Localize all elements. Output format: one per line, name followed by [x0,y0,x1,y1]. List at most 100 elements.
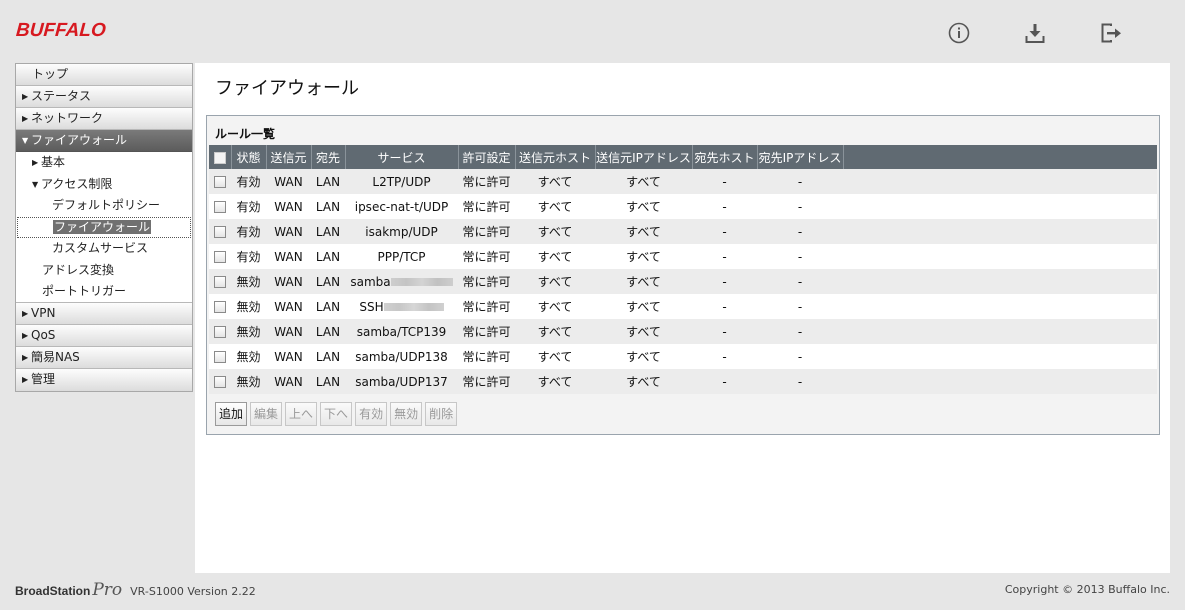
destination-ip-cell: - [757,194,843,219]
allow-cell: 常に許可 [458,269,515,294]
enable-button[interactable]: 有効 [355,402,388,426]
footer-product: BroadStation Pro VR-S1000 Version 2.22 [15,580,256,600]
sidebar-item-vpn[interactable]: ▶ VPN [16,302,192,325]
service-cell: SSH [345,294,458,319]
triangle-right-icon: ▶ [22,374,29,384]
add-button[interactable]: 追加 [215,402,248,426]
sidebar-item-top[interactable]: トップ [16,64,192,86]
sidebar-item-label: ファイアウォール [31,133,128,147]
table-row[interactable]: 有効 WAN LAN PPP/TCP 常に許可 すべて すべて - - [209,244,1157,269]
sidebar-item-label: アドレス変換 [42,262,115,277]
destination-ip-cell: - [757,294,843,319]
download-icon[interactable] [1022,20,1048,46]
sidebar-item-custom-service[interactable]: カスタムサービス [16,238,192,260]
move-up-button[interactable]: 上へ [285,402,318,426]
sidebar-item-port-trigger[interactable]: ポートトリガー [16,281,192,303]
destination-host-cell: - [692,219,757,244]
logout-icon[interactable] [1098,20,1124,46]
row-checkbox[interactable] [214,276,226,288]
column-header[interactable]: 許可設定 [458,145,516,169]
destination-cell: LAN [311,194,345,219]
allow-cell: 常に許可 [458,169,515,194]
row-checkbox[interactable] [214,351,226,363]
sidebar-item-firewall[interactable]: ▼ ファイアウォール [16,130,192,152]
status-cell: 無効 [231,344,266,369]
sidebar-item-basic[interactable]: ▶ 基本 [16,152,192,174]
column-header[interactable]: サービス [345,145,459,169]
column-header[interactable]: 送信元IPアドレス [595,145,693,169]
sidebar-item-label: QoS [31,327,56,342]
sidebar-nav: トップ ▶ ステータス ▶ ネットワーク ▼ ファイアウォール ▶ 基本 ▼ アクセス制限… [15,63,193,392]
table-row[interactable]: 無効 WAN LAN samba 常に許可 すべて すべて - - [209,269,1157,294]
delete-button[interactable]: 削除 [425,402,458,426]
triangle-right-icon: ▶ [22,352,29,362]
column-header[interactable]: 宛先 [311,145,346,169]
status-cell: 有効 [231,194,266,219]
redacted-text [390,278,453,286]
sidebar-item-qos[interactable]: ▶ QoS [16,324,192,347]
source-ip-cell: すべて [595,219,692,244]
row-checkbox[interactable] [214,376,226,388]
source-cell: WAN [266,219,311,244]
table-header-row: 状態 送信元 宛先 サービス 許可設定 送信元ホスト 送信元IPアドレス 宛先ホ… [209,145,1157,169]
source-cell: WAN [266,244,311,269]
sidebar-item-address-translation[interactable]: アドレス変換 [16,260,192,282]
sidebar-item-status[interactable]: ▶ ステータス [16,86,192,108]
info-icon[interactable] [946,20,972,46]
destination-ip-cell: - [757,344,843,369]
main-panel: ファイアウォール ルール一覧 状態 送信元 宛先 サービス 許可設定 送信元ホス… [195,63,1170,573]
table-row[interactable]: 無効 WAN LAN samba/UDP138 常に許可 すべて すべて - - [209,344,1157,369]
table-row[interactable]: 有効 WAN LAN ipsec-nat-t/UDP 常に許可 すべて すべて … [209,194,1157,219]
row-checkbox[interactable] [214,326,226,338]
source-cell: WAN [266,169,311,194]
row-checkbox[interactable] [214,176,226,188]
table-row[interactable]: 無効 WAN LAN samba/UDP137 常に許可 すべて すべて - - [209,369,1157,394]
disable-button[interactable]: 無効 [390,402,423,426]
row-checkbox[interactable] [214,226,226,238]
destination-host-cell: - [692,344,757,369]
page-title: ファイアウォール [215,78,359,99]
destination-cell: LAN [311,169,345,194]
sidebar-item-label: VPN [31,305,56,320]
sidebar-item-access-control[interactable]: ▼ アクセス制限 [16,174,192,196]
table-row[interactable]: 有効 WAN LAN L2TP/UDP 常に許可 すべて すべて - - [209,169,1157,194]
column-header[interactable]: 宛先ホスト [692,145,758,169]
column-header[interactable]: 送信元ホスト [515,145,596,169]
destination-cell: LAN [311,319,345,344]
allow-cell: 常に許可 [458,244,515,269]
sidebar-item-label: ネットワーク [31,111,104,125]
destination-ip-cell: - [757,369,843,394]
row-checkbox[interactable] [214,201,226,213]
service-cell: samba/UDP138 [345,344,458,369]
table-row[interactable]: 無効 WAN LAN samba/TCP139 常に許可 すべて すべて - - [209,319,1157,344]
select-all-checkbox[interactable] [213,151,226,164]
sidebar-item-firewall-rules[interactable]: ファイアウォール [17,216,191,238]
sidebar-item-label: トップ [32,67,69,81]
sidebar-item-admin[interactable]: ▶ 管理 [16,368,192,391]
table-row[interactable]: 無効 WAN LAN SSH 常に許可 すべて すべて - - [209,294,1157,319]
rule-action-toolbar: 追加 編集 上へ 下へ 有効 無効 削除 [215,402,458,426]
sidebar-item-default-policy[interactable]: デフォルトポリシー [16,195,192,217]
column-header[interactable]: 宛先IPアドレス [757,145,844,169]
triangle-right-icon: ▶ [32,158,39,167]
source-cell: WAN [266,194,311,219]
edit-button[interactable]: 編集 [250,402,283,426]
triangle-right-icon: ▶ [22,330,29,340]
row-checkbox[interactable] [214,251,226,263]
move-down-button[interactable]: 下へ [320,402,353,426]
service-cell: samba/UDP137 [345,369,458,394]
copyright: Copyright © 2013 Buffalo Inc. [1004,583,1170,596]
product-brand-suffix: Pro [92,580,123,600]
table-row[interactable]: 有効 WAN LAN isakmp/UDP 常に許可 すべて すべて - - [209,219,1157,244]
row-checkbox[interactable] [214,301,226,313]
column-header[interactable]: 状態 [231,145,267,169]
service-cell: samba [345,269,458,294]
sidebar-item-simple-nas[interactable]: ▶ 簡易NAS [16,346,192,369]
section-title: ルール一覧 [215,127,276,141]
destination-cell: LAN [311,369,345,394]
column-header[interactable]: 送信元 [266,145,312,169]
source-ip-cell: すべて [595,269,692,294]
sidebar-item-label: ステータス [31,89,92,103]
column-filler [843,145,1157,169]
sidebar-item-network[interactable]: ▶ ネットワーク [16,108,192,130]
